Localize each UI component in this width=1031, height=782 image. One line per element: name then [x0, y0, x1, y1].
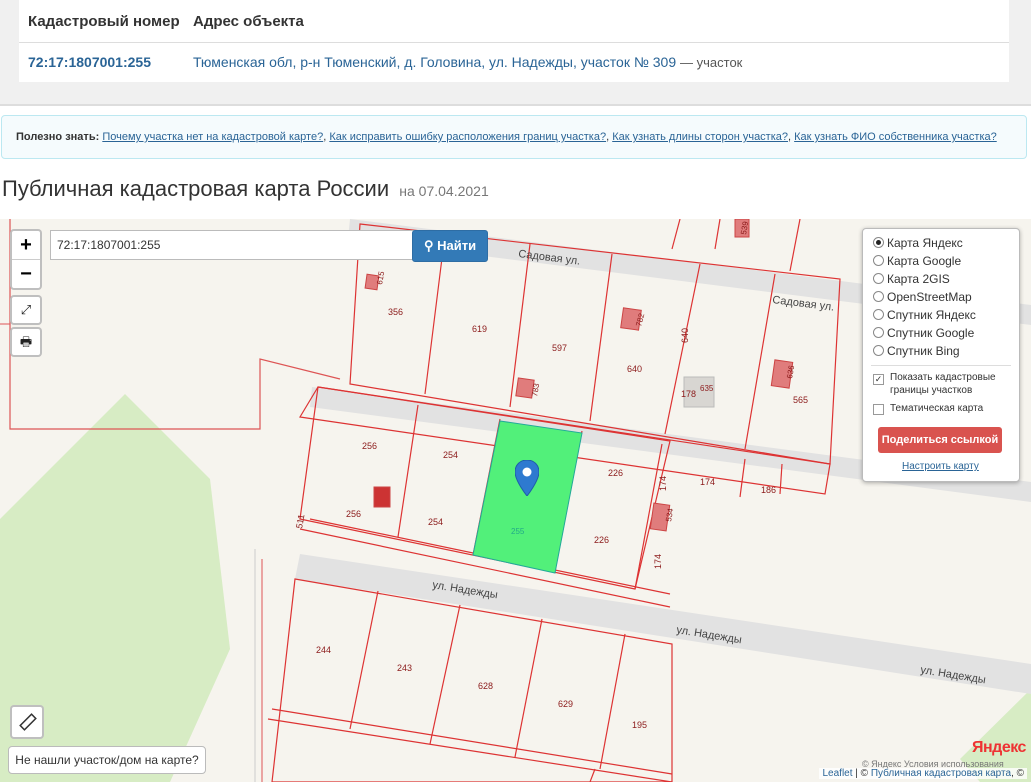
show-borders-label: Показать кадастровые границы участков [890, 372, 996, 396]
radio-icon [873, 255, 884, 266]
parcel-label: 534 [664, 507, 675, 522]
parcel-label: 783 [530, 382, 541, 397]
object-info-table: Кадастровый номер Адрес объекта 72:17:18… [19, 0, 1009, 82]
printer-icon: 🖶 [19, 334, 33, 349]
layer-option-yandex-map[interactable]: Карта Яндекс [873, 236, 963, 254]
col-header-address: Адрес объекта [193, 13, 304, 30]
table-row: 72:17:1807001:255 Тюменская обл, р-н Тюм… [19, 43, 1009, 82]
thematic-map-checkbox[interactable] [873, 404, 884, 415]
address-link[interactable]: Тюменская обл, р-н Тюменский, д. Головин… [193, 54, 676, 70]
layer-option-yandex-sat[interactable]: Спутник Яндекс [873, 308, 976, 326]
parcel-label: 254 [443, 450, 458, 460]
layer-option-google-sat[interactable]: Спутник Google [873, 326, 974, 344]
setup-map-link[interactable]: Настроить карту [902, 461, 979, 472]
parcel-label: 565 [793, 395, 808, 405]
tip-link-owner-name[interactable]: Как узнать ФИО собственника участка? [794, 131, 997, 143]
thematic-map-label: Тематическая карта [890, 403, 984, 414]
radio-icon [873, 273, 884, 284]
share-link-button[interactable]: Поделиться ссылкой [878, 427, 1002, 453]
radio-icon [873, 345, 884, 356]
layer-switcher: Карта Яндекс Карта Google Карта 2GIS Ope… [862, 228, 1020, 482]
measure-button[interactable] [10, 705, 44, 739]
parcel-label: 174 [658, 476, 668, 491]
print-button[interactable]: 🖶 [10, 327, 42, 357]
parcel-label: 226 [594, 535, 609, 545]
search-icon: ⚲ [423, 238, 434, 253]
tip-link-fix-borders[interactable]: Как исправить ошибку расположения границ… [329, 131, 606, 143]
ruler-icon [19, 713, 37, 731]
parcel-label: 195 [632, 720, 647, 730]
tip-link-missing-parcel[interactable]: Почему участка нет на кадастровой карте? [102, 131, 323, 143]
radio-icon [873, 309, 884, 320]
parcel-label: 174 [700, 477, 715, 487]
zoom-in-button[interactable]: + [12, 231, 40, 259]
selected-parcel[interactable] [472, 420, 583, 574]
page-title-date: на 07.04.2021 [399, 183, 489, 199]
parcel-label: 597 [552, 343, 567, 353]
tip-link-side-lengths[interactable]: Как узнать длины сторон участка? [612, 131, 788, 143]
radio-icon [873, 327, 884, 338]
parcel-label: 635 [700, 384, 714, 393]
parcel-label: 256 [362, 441, 377, 451]
yandex-logo: Яндекс [972, 739, 1026, 756]
layer-option-bing-sat[interactable]: Спутник Bing [873, 344, 960, 362]
parcel-label: 256 [346, 509, 361, 519]
layer-option-osm[interactable]: OpenStreetMap [873, 290, 972, 308]
parcel-label: 628 [478, 681, 493, 691]
page-title: Публичная кадастровая карта России на 07… [2, 176, 489, 202]
parcel-label: 255 [511, 527, 525, 536]
address-note: — участок [680, 55, 743, 70]
table-header: Кадастровый номер Адрес объекта [19, 0, 1009, 43]
not-found-button[interactable]: Не нашли участок/дом на карте? [8, 746, 206, 774]
parcel-label: 640 [680, 328, 690, 343]
parcel-label: 615 [375, 270, 386, 285]
tips-lead: Полезно знать: [16, 131, 100, 143]
useful-tips-box: Полезно знать: Почему участка нет на кад… [1, 115, 1027, 159]
radio-icon [873, 291, 884, 302]
cadastral-number-link[interactable]: 72:17:1807001:255 [28, 54, 151, 70]
search-button-label: Найти [437, 238, 477, 253]
parcel-label: 243 [397, 663, 412, 673]
parcel-label: 619 [472, 324, 487, 334]
parcel-label: 629 [558, 699, 573, 709]
col-header-cadastral: Кадастровый номер [28, 13, 180, 30]
cadastral-map[interactable]: 356 619 597 640 565 256 254 226 174 186 … [0, 219, 1031, 782]
show-borders-checkbox[interactable]: ✓ [873, 374, 884, 385]
parcel-label: 636 [785, 364, 796, 379]
layer-option-2gis[interactable]: Карта 2GIS [873, 272, 950, 290]
layer-option-google-map[interactable]: Карта Google [873, 254, 961, 272]
object-info-panel: Кадастровый номер Адрес объекта 72:17:18… [0, 0, 1031, 106]
cadastral-search-input[interactable]: 72:17:1807001:255 [50, 230, 416, 260]
page-title-main: Публичная кадастровая карта России [2, 176, 390, 201]
parcel-label: 244 [316, 645, 331, 655]
expand-icon: ⤢ [20, 302, 32, 317]
zoom-out-button[interactable]: − [12, 259, 40, 288]
parcel-label: 511 [294, 513, 306, 529]
zoom-control: + − [10, 229, 42, 290]
radio-icon [873, 237, 884, 248]
location-marker-icon[interactable] [515, 460, 539, 496]
parcel-label: 178 [681, 389, 696, 399]
fullscreen-button[interactable]: ⤢ [10, 295, 42, 325]
parcel-label: 174 [653, 554, 663, 569]
parcel-label: 226 [608, 468, 623, 478]
parcel-label: 356 [388, 307, 403, 317]
parcel-label: 640 [627, 364, 642, 374]
parcel-label: 186 [761, 485, 776, 495]
leaflet-link[interactable]: Leaflet [822, 768, 852, 779]
pkk-link[interactable]: Публичная кадастровая карта [871, 768, 1011, 779]
search-button[interactable]: ⚲ Найти [412, 230, 488, 262]
parcel-label: 254 [428, 517, 443, 527]
map-attribution: Leaflet | © Публичная кадастровая карта,… [819, 768, 1027, 779]
